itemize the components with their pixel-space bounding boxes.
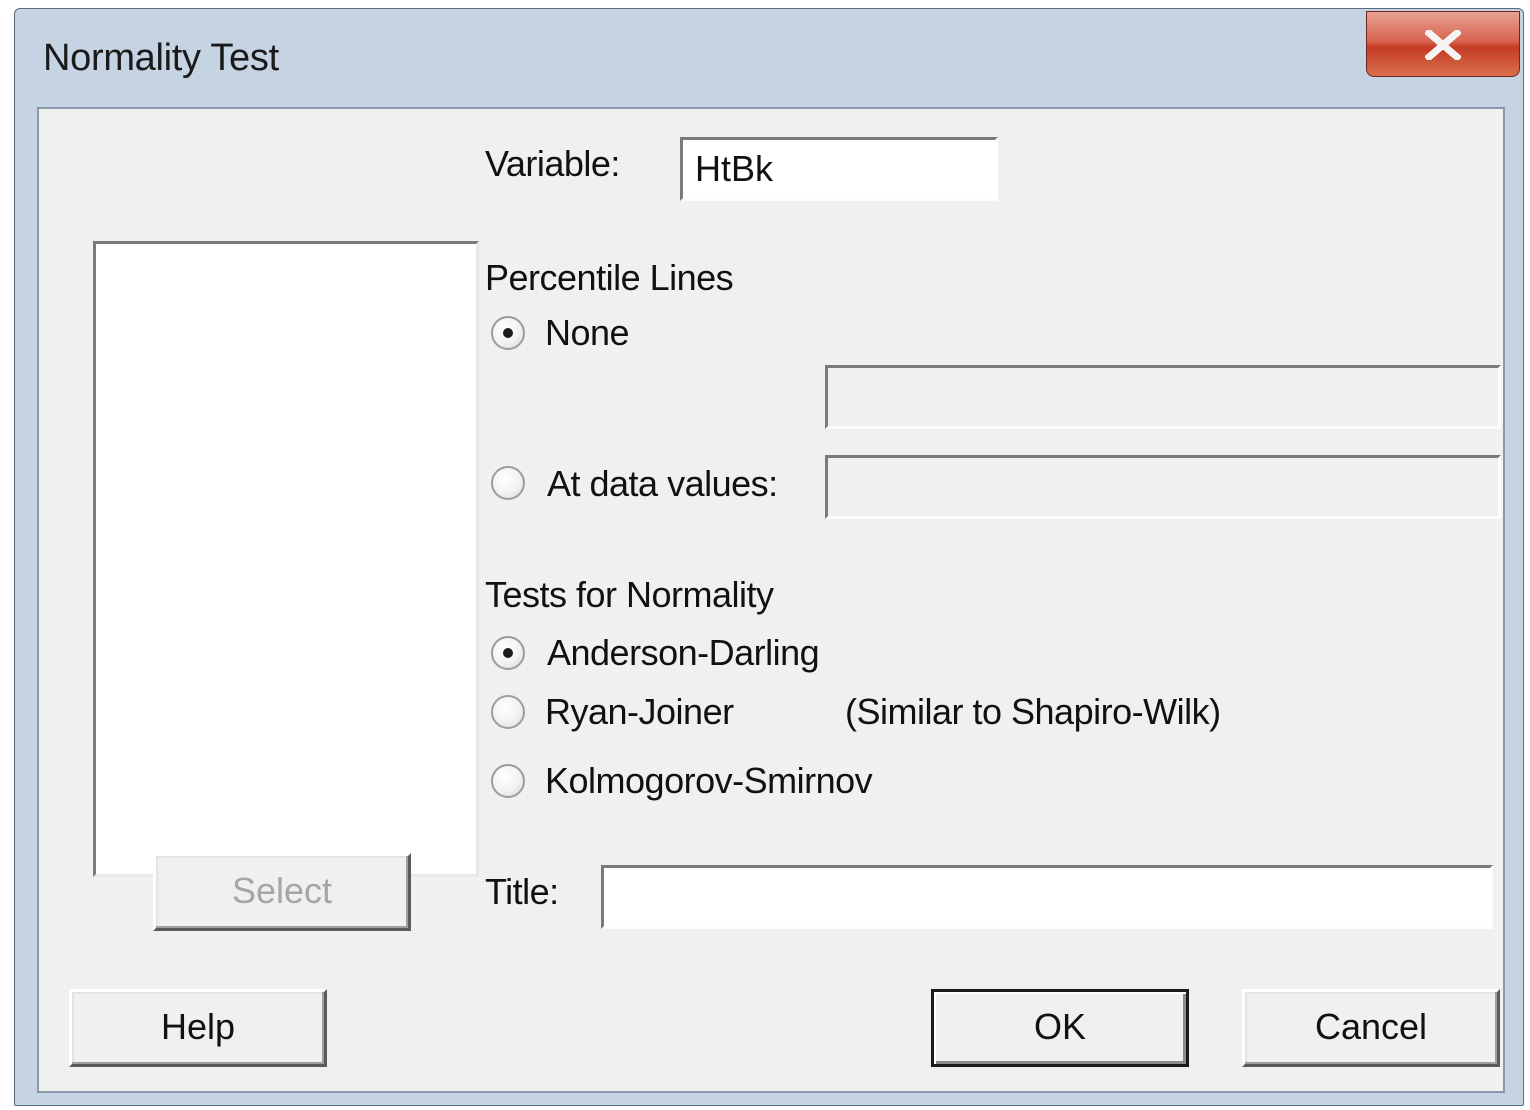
dialog-body: Variable: Percentile Lines None At data …: [37, 107, 1505, 1093]
tests-normality-heading: Tests for Normality: [485, 574, 774, 615]
ryan-joiner-note: (Similar to Shapiro-Wilk): [845, 691, 1221, 732]
kolmogorov-smirnov-radio[interactable]: [491, 764, 525, 798]
title-input[interactable]: [601, 865, 1493, 929]
radio-selected-dot: [503, 648, 513, 658]
variable-label: Variable:: [485, 143, 620, 184]
percentile-none-radio[interactable]: [491, 316, 525, 350]
variable-list[interactable]: [93, 241, 479, 877]
normality-test-dialog: Normality Test Variable: Percentile Line…: [14, 8, 1524, 1106]
close-icon: [1425, 30, 1461, 60]
ryan-joiner-radio[interactable]: [491, 695, 525, 729]
ok-button[interactable]: OK: [931, 989, 1189, 1067]
anderson-darling-radio[interactable]: [491, 636, 525, 670]
title-label: Title:: [485, 871, 559, 912]
percentile-none-field[interactable]: [825, 365, 1501, 429]
help-button[interactable]: Help: [69, 989, 327, 1067]
select-button[interactable]: Select: [153, 853, 411, 931]
percentile-data-values-label: At data values:: [547, 463, 778, 504]
dialog-title: Normality Test: [43, 37, 279, 79]
radio-selected-dot: [503, 328, 513, 338]
percentile-data-values-radio[interactable]: [491, 466, 525, 500]
percentile-data-values-field[interactable]: [825, 455, 1501, 519]
kolmogorov-smirnov-label: Kolmogorov-Smirnov: [545, 760, 873, 801]
anderson-darling-label: Anderson-Darling: [547, 632, 820, 673]
percentile-lines-heading: Percentile Lines: [485, 257, 734, 298]
ryan-joiner-label: Ryan-Joiner: [545, 691, 734, 732]
cancel-button[interactable]: Cancel: [1242, 989, 1500, 1067]
close-button[interactable]: [1366, 11, 1520, 77]
variable-input[interactable]: [680, 137, 998, 201]
percentile-none-label: None: [545, 312, 630, 353]
